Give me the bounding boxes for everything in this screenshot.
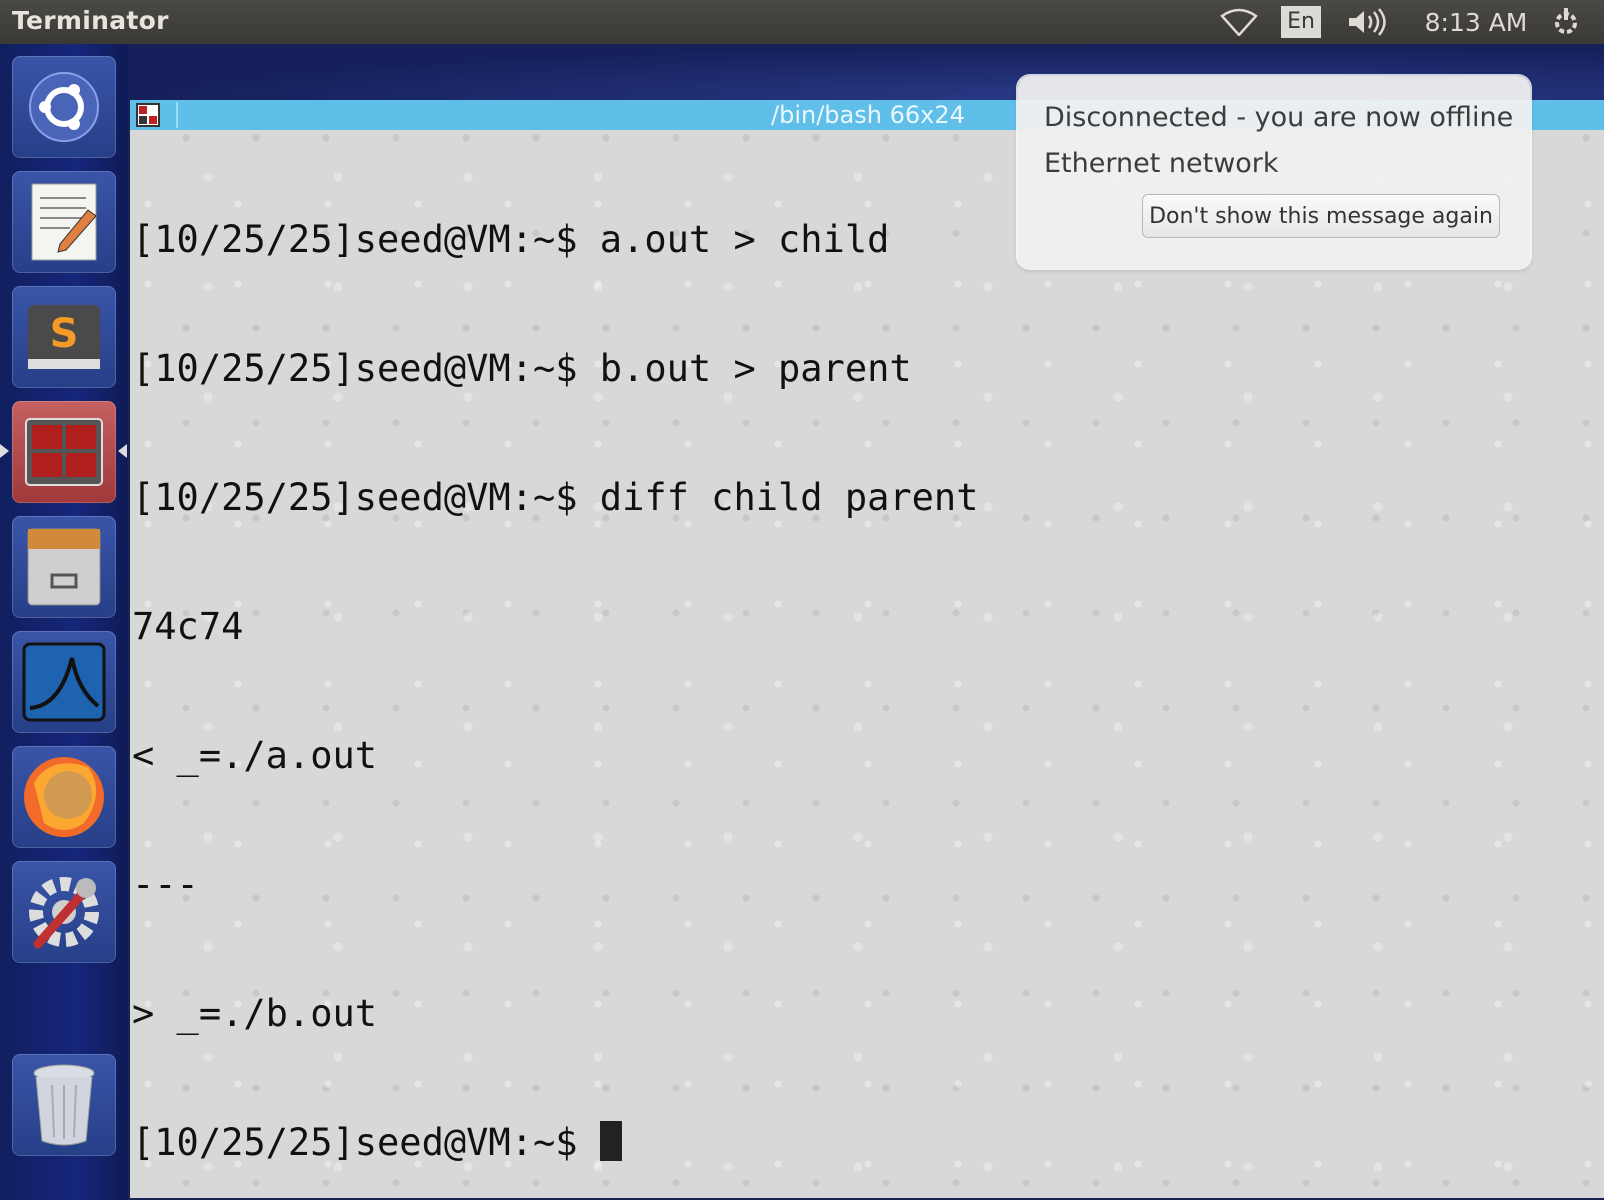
terminal-line: [10/25/25]seed@VM:~$ diff child parent	[132, 476, 979, 519]
clock[interactable]: 8:13 AM	[1416, 0, 1536, 44]
terminal-line: [10/25/25]seed@VM:~$ b.out > parent	[132, 347, 912, 390]
terminal-prompt-line: [10/25/25]seed@VM:~$	[132, 1121, 600, 1164]
system-settings-icon[interactable]	[12, 861, 116, 963]
dont-show-again-button[interactable]: Don't show this message again	[1142, 194, 1500, 238]
ubuntu-dash-icon[interactable]	[12, 56, 116, 158]
active-indicator-right	[118, 444, 127, 458]
terminal-menu-icon[interactable]	[136, 103, 160, 127]
notification-body: Ethernet network	[1044, 148, 1279, 179]
language-indicator[interactable]: En	[1280, 0, 1322, 44]
language-label: En	[1281, 6, 1321, 38]
firefox-icon[interactable]	[12, 746, 116, 848]
volume-icon[interactable]	[1342, 0, 1390, 44]
titlebar-separator	[176, 102, 178, 128]
svg-text:S: S	[50, 311, 79, 357]
terminal-line: > _=./b.out	[132, 992, 378, 1035]
network-notification: Disconnected - you are now offline Ether…	[1018, 76, 1530, 268]
files-icon[interactable]	[12, 516, 116, 618]
terminal-line: 74c74	[132, 605, 244, 648]
network-wifi-icon[interactable]	[1218, 0, 1260, 44]
terminal-output[interactable]: [10/25/25]seed@VM:~$ a.out > child [10/2…	[132, 132, 978, 1198]
text-editor-icon[interactable]	[12, 171, 116, 273]
app-title: Terminator	[12, 6, 169, 35]
terminator-icon[interactable]	[12, 401, 116, 503]
terminal-line: < _=./a.out	[132, 734, 378, 777]
terminal-line: [10/25/25]seed@VM:~$ a.out > child	[132, 218, 890, 261]
terminal-cursor	[599, 1121, 622, 1161]
top-panel: Terminator En 8:13 AM	[0, 0, 1604, 44]
sublime-text-icon[interactable]: S	[12, 286, 116, 388]
launcher: S	[0, 44, 128, 1200]
system-gear-icon[interactable]	[1544, 0, 1588, 44]
terminal-title: /bin/bash 66x24	[771, 101, 965, 129]
trash-icon[interactable]	[12, 1054, 116, 1156]
wireshark-icon[interactable]	[12, 631, 116, 733]
notification-title: Disconnected - you are now offline	[1044, 102, 1514, 133]
terminal-line: ---	[132, 863, 199, 906]
active-indicator-left	[0, 444, 9, 458]
